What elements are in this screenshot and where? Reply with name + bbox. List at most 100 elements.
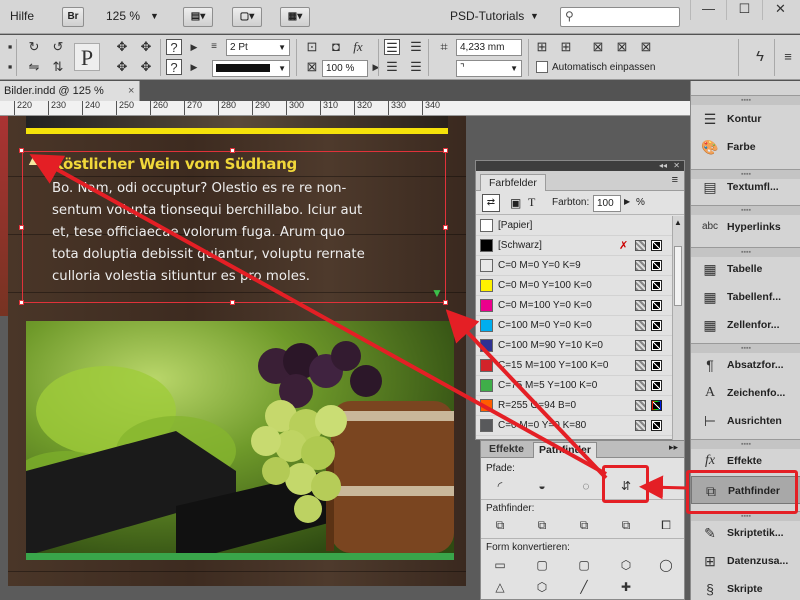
top-image[interactable] (26, 116, 448, 128)
chevron-down-icon[interactable]: ▼ (150, 11, 159, 21)
lightning-icon[interactable]: ϟ (752, 49, 768, 65)
drop-shadow-icon[interactable]: ◘ (328, 39, 344, 55)
opacity-field[interactable]: 100 % (322, 60, 368, 77)
scrollbar-thumb[interactable] (674, 246, 682, 306)
close-icon[interactable]: × (128, 81, 134, 101)
selection-handle[interactable] (230, 300, 235, 305)
frame-fitting-icon[interactable]: ⌗ (436, 39, 452, 55)
selection-handle[interactable] (443, 225, 448, 230)
chevron-down-icon[interactable]: ▼ (530, 11, 539, 21)
text-out-port-icon[interactable]: ▼ (431, 286, 443, 300)
view-options-icon[interactable]: ▤▾ (183, 7, 213, 27)
selection-handle[interactable] (443, 148, 448, 153)
swatch-row[interactable]: C=75 M=5 Y=100 K=0 (476, 376, 672, 396)
headline[interactable]: Köstlicher Wein vom Südhang (52, 155, 297, 173)
menu-help[interactable]: Hilfe (10, 9, 34, 23)
dimension-field[interactable]: 4,233 mm (456, 39, 522, 56)
rotate-cw-icon[interactable]: ↻ (26, 39, 42, 55)
select-content-icon[interactable]: ✥ (138, 39, 154, 55)
fill-stroke-icon[interactable]: ⇄ (482, 194, 500, 212)
close-path-icon[interactable]: ◌ (577, 478, 595, 494)
dock-group-grip[interactable]: ▪▪▪▪ (691, 95, 800, 105)
rotate-ccw-icon[interactable]: ↺ (50, 39, 66, 55)
join-path-icon[interactable]: ◜ (491, 478, 509, 494)
arrange-documents-icon[interactable]: ▦▾ (280, 7, 310, 27)
container-icon[interactable]: ▣ (510, 196, 521, 210)
fit-proportional-icon[interactable]: ⊞ (558, 39, 574, 55)
screen-mode-icon[interactable]: ▢▾ (232, 7, 262, 27)
body-text[interactable]: Bo. Nam, odi occuptur? Olestio es re re … (52, 178, 442, 288)
wine-photo[interactable] (26, 321, 454, 553)
dock-item-hyperlinks[interactable]: abc Hyperlinks (691, 213, 800, 241)
text-in-port-icon[interactable]: ▲ (26, 152, 40, 168)
dock-item-data-merge[interactable]: ⊞ Datenzusa... (691, 547, 800, 575)
dock-item-paragraph-styles[interactable]: ¶ Absatzfor... (691, 351, 800, 379)
minimize-icon[interactable]: — (690, 0, 726, 20)
dock-item-table[interactable]: ▦ Tabelle (691, 255, 800, 283)
triangle-shape-icon[interactable]: △ (491, 579, 509, 595)
dock-item-color[interactable]: 🎨 Farbe (691, 133, 800, 161)
swatch-row[interactable]: C=100 M=0 Y=0 K=0 (476, 316, 672, 336)
dock-item-table-styles[interactable]: ▦ Tabellenf... (691, 283, 800, 311)
swatch-row[interactable]: C=100 M=90 Y=10 K=0 (476, 336, 672, 356)
green-accent-bar[interactable] (26, 553, 454, 560)
align-center-icon[interactable]: ☰ (408, 39, 424, 55)
dock-item-cell-styles[interactable]: ▦ Zellenfor... (691, 311, 800, 339)
selection-handle[interactable] (19, 225, 24, 230)
dock-item-script-label[interactable]: ✎ Skriptetik... (691, 519, 800, 547)
dock-item-align[interactable]: ⊢ Ausrichten (691, 407, 800, 435)
close-icon[interactable]: ✕ (762, 0, 798, 20)
exclude-overlap-icon[interactable]: ⧉ (617, 517, 635, 533)
scroll-up-icon[interactable]: ▲ (674, 218, 682, 227)
dock-item-stroke[interactable]: ☰ Kontur (691, 105, 800, 133)
yellow-accent-bar[interactable] (26, 128, 448, 134)
dock-item-text-wrap[interactable]: ▤ Textumfl... (691, 173, 800, 201)
selection-handle[interactable] (230, 148, 235, 153)
selection-handle[interactable] (19, 148, 24, 153)
auto-fit-checkbox[interactable] (536, 61, 548, 73)
intersect-shape-icon[interactable]: ⧉ (575, 517, 593, 533)
fx-icon[interactable]: fx (350, 39, 366, 55)
inverse-rounded-shape-icon[interactable]: ⬡ (617, 557, 635, 573)
selection-handle[interactable] (19, 300, 24, 305)
maximize-icon[interactable]: ☐ (726, 0, 762, 20)
align-left-icon[interactable]: ☰ (384, 39, 400, 55)
flip-horizontal-icon[interactable]: ⇋ (26, 59, 42, 75)
minus-back-icon[interactable]: ⧠ (657, 517, 675, 533)
tint-field[interactable]: 100 (593, 195, 621, 212)
text-fill-icon[interactable]: T (528, 195, 535, 210)
flip-vertical-icon[interactable]: ⇅ (50, 59, 66, 75)
stroke-weight-field[interactable]: 2 Pt ▼ (226, 39, 290, 56)
arrow-right-icon[interactable]: ▶ (186, 59, 202, 75)
arrow-right-icon[interactable]: ▶ (368, 59, 384, 75)
corner-shape-select[interactable]: ⌝ ▼ (456, 60, 522, 77)
help-icon[interactable]: ? (166, 39, 182, 55)
horizontal-ruler[interactable]: 220 230 240 250 260 270 280 290 300 310 320 330 340 (0, 101, 690, 116)
swatch-row[interactable]: C=0 M=0 Y=0 K=80 (476, 416, 672, 436)
tab-swatches[interactable]: Farbfelder (480, 174, 546, 191)
close-icon[interactable]: ✕ (673, 161, 680, 170)
line-shape-icon[interactable]: ╱ (575, 579, 593, 595)
select-previous-icon[interactable]: ✥ (114, 59, 130, 75)
swatch-row[interactable]: R=255 G=94 B=0 (476, 396, 672, 416)
swatch-row[interactable]: C=0 M=0 Y=0 K=9 (476, 256, 672, 276)
zoom-level[interactable]: 125 % (106, 9, 140, 23)
search-input[interactable]: ⚲ (560, 7, 680, 27)
ellipse-shape-icon[interactable]: ◯ (657, 557, 675, 573)
rounded-rect-shape-icon[interactable]: ▢ (533, 557, 551, 573)
dock-item-character-styles[interactable]: A Zeichenfo... (691, 379, 800, 407)
chevron-down-icon[interactable]: ▼ (278, 61, 286, 76)
arrow-right-icon[interactable]: ▶ (624, 197, 630, 206)
fit-content-to-frame-icon[interactable]: ⊠ (638, 39, 654, 55)
add-shape-icon[interactable]: ⧉ (491, 517, 509, 533)
chevron-down-icon[interactable]: ▼ (278, 40, 286, 55)
swatch-row[interactable]: [Schwarz] ✗ (476, 236, 672, 256)
swatch-row[interactable]: [Papier] (476, 216, 672, 236)
panel-menu-icon[interactable]: ≡ (672, 174, 678, 186)
expand-icon[interactable]: ▸▸ (669, 442, 678, 453)
open-path-icon[interactable]: ◒ (533, 478, 551, 494)
swatch-list-scrollbar[interactable]: ▲ (672, 216, 684, 440)
bridge-button[interactable]: Br (62, 7, 84, 27)
adjacent-image[interactable] (0, 116, 8, 316)
selection-handle[interactable] (443, 300, 448, 305)
